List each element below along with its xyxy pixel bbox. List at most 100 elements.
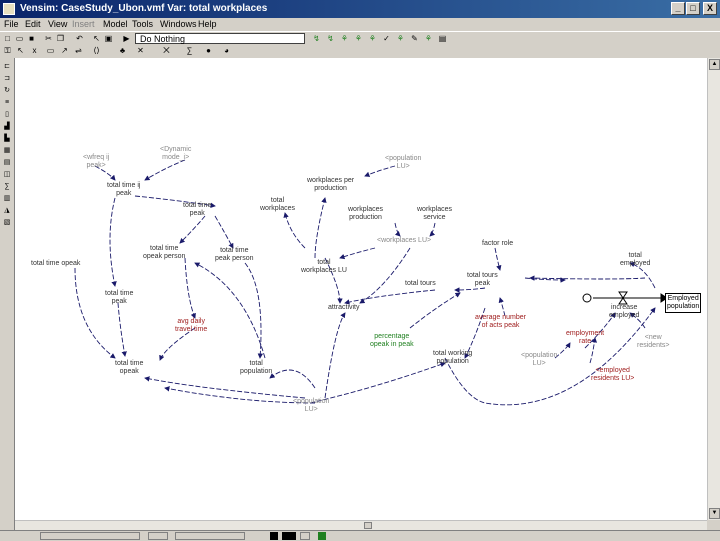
scroll-thumb[interactable] [364, 522, 372, 529]
dark-circle-icon[interactable]: ● [204, 46, 213, 55]
menu-model[interactable]: Model [103, 18, 128, 31]
statistics-icon[interactable]: ∑ [2, 182, 12, 191]
variable-icon[interactable]: x [30, 46, 39, 55]
view-selector[interactable] [40, 532, 140, 540]
diagram-variable[interactable]: factor role [482, 240, 513, 248]
color-box[interactable] [270, 532, 278, 540]
diagram-variable[interactable]: total tours [405, 280, 436, 288]
diagram-variable[interactable]: <population LU> [293, 398, 329, 414]
diagram-variable[interactable]: <population LU> [521, 352, 557, 368]
diagram-variable[interactable]: workplaces production [348, 206, 383, 222]
diagram-variable[interactable]: total time opeak [31, 260, 80, 268]
gaming-icon[interactable]: ↯ [326, 34, 335, 43]
diagram-variable[interactable]: percentage opeak in peak [370, 333, 414, 349]
diagram-variable[interactable]: total tours peak [467, 272, 498, 288]
diagram-variable[interactable]: <wfreq ij peak> [83, 154, 109, 170]
reality-check-icon[interactable]: ✓ [382, 34, 391, 43]
diagram-variable[interactable]: workplaces per production [307, 177, 354, 193]
diagram-variable[interactable]: average number of acts peak [475, 314, 526, 330]
shape-color-box[interactable] [318, 532, 326, 540]
cut-icon[interactable]: ✂ [44, 34, 53, 43]
graph-icon[interactable]: ▟ [2, 122, 12, 131]
sensitivity-graph-icon[interactable]: ◮ [2, 206, 12, 215]
synthesim-icon[interactable]: ⚘ [340, 34, 349, 43]
undo-icon[interactable]: ↶ [75, 34, 84, 43]
diagram-variable[interactable]: <workplaces LU> [377, 237, 431, 245]
causes-tree-icon[interactable]: ⊏ [2, 62, 12, 71]
diagram-variable[interactable]: total workplaces [260, 197, 295, 213]
uses-tree-icon[interactable]: ⊐ [2, 74, 12, 83]
diagram-variable[interactable]: total time peak person [215, 247, 254, 263]
sketch-canvas[interactable]: <wfreq ij peak> <Dynamic mode_i> total t… [15, 58, 707, 520]
simulation-setup-combo[interactable]: Do Nothing [135, 33, 305, 44]
minimize-button[interactable]: _ [671, 2, 685, 15]
optimize-icon[interactable]: ⚘ [354, 34, 363, 43]
diagram-variable[interactable]: <Dynamic mode_i> [160, 146, 191, 162]
diagram-variable[interactable]: total employed [620, 252, 650, 268]
rate-icon[interactable]: ⇌ [74, 46, 83, 55]
menu-insert[interactable]: Insert [72, 18, 95, 31]
dataset-icon[interactable]: ⚘ [396, 34, 405, 43]
strip-graph-icon[interactable]: ▙ [2, 134, 12, 143]
diagram-variable[interactable]: total time peak [105, 290, 133, 306]
runs-compare-icon[interactable]: ◫ [2, 170, 12, 179]
diagram-variable[interactable]: attractivity [328, 304, 360, 312]
shadow-variable-icon[interactable]: ⟨⟩ [92, 46, 101, 55]
bar-graph-icon[interactable]: ▥ [2, 194, 12, 203]
causes-strip-icon[interactable]: ▯ [2, 110, 12, 119]
diagram-variable[interactable]: total time opeak person [143, 245, 185, 261]
diagram-variable[interactable]: employment rate [566, 330, 604, 346]
diagram-stock[interactable]: Employed population [665, 293, 702, 313]
menu-file[interactable]: File [4, 18, 19, 31]
diagram-variable[interactable]: avg daily travel time [175, 318, 207, 334]
diagram-variable[interactable]: total working population [433, 350, 472, 366]
vertical-scrollbar[interactable]: ▲ ▼ [707, 58, 720, 520]
pointer-icon[interactable]: ↖ [92, 34, 101, 43]
delete-icon[interactable]: ✕ [136, 46, 145, 55]
open-icon[interactable]: ▭ [15, 34, 24, 43]
lock-sketch-icon[interactable]: ⚿ [3, 46, 12, 55]
arrow-icon[interactable]: ↗ [60, 46, 69, 55]
line-style-box[interactable] [300, 532, 310, 540]
copy-icon[interactable]: ❐ [56, 34, 65, 43]
units-icon[interactable]: ▤ [438, 34, 447, 43]
scroll-up-arrow-icon[interactable]: ▲ [709, 59, 720, 70]
run-icon[interactable]: ▶ [122, 34, 131, 43]
diagram-variable[interactable]: total time peak [183, 202, 211, 218]
diagram-variable[interactable]: total time opeak [115, 360, 143, 376]
lock-icon[interactable]: ▣ [104, 34, 113, 43]
text-color-box[interactable] [282, 532, 296, 540]
level-icon[interactable]: ▭ [46, 46, 55, 55]
move-icon[interactable]: ↖ [16, 46, 25, 55]
equations-tool-icon[interactable]: ⨉ [162, 46, 171, 55]
table-time-down-icon[interactable]: ▤ [2, 158, 12, 167]
sketch-comment-icon[interactable]: ♣ [118, 46, 127, 55]
menu-edit[interactable]: Edit [25, 18, 41, 31]
diagram-variable[interactable]: increase employed [609, 304, 639, 320]
diagram-variable[interactable]: <new residents> [637, 334, 670, 350]
loops-icon[interactable]: ↻ [2, 86, 12, 95]
control-icon[interactable]: ✎ [410, 34, 419, 43]
menu-help[interactable]: Help [198, 18, 217, 31]
maximize-button[interactable]: □ [686, 2, 700, 15]
document-icon[interactable]: ≡ [2, 98, 12, 107]
diagram-variable[interactable]: workplaces service [417, 206, 452, 222]
equations-icon[interactable]: ⚘ [424, 34, 433, 43]
diagram-variable[interactable]: total time ij peak [107, 182, 140, 198]
causal-tracing-icon[interactable]: ▧ [2, 218, 12, 227]
menu-windows[interactable]: Windows [160, 18, 197, 31]
menu-view[interactable]: View [48, 18, 67, 31]
font-name-selector[interactable] [175, 532, 245, 540]
diagram-variable[interactable]: total workplaces LU [301, 259, 347, 275]
sensitivity-icon[interactable]: ⚘ [368, 34, 377, 43]
diagram-variable[interactable]: <employed residents LU> [591, 367, 634, 383]
diagram-variable[interactable]: <population LU> [385, 155, 421, 171]
close-button[interactable]: X [703, 2, 717, 15]
scroll-down-arrow-icon[interactable]: ▼ [709, 508, 720, 519]
menu-tools[interactable]: Tools [132, 18, 153, 31]
diagram-variable[interactable]: total population [240, 360, 272, 376]
table-icon[interactable]: ▦ [2, 146, 12, 155]
font-selector[interactable] [148, 532, 168, 540]
save-icon[interactable]: ■ [27, 34, 36, 43]
pie-icon[interactable]: ◕ [222, 46, 231, 55]
